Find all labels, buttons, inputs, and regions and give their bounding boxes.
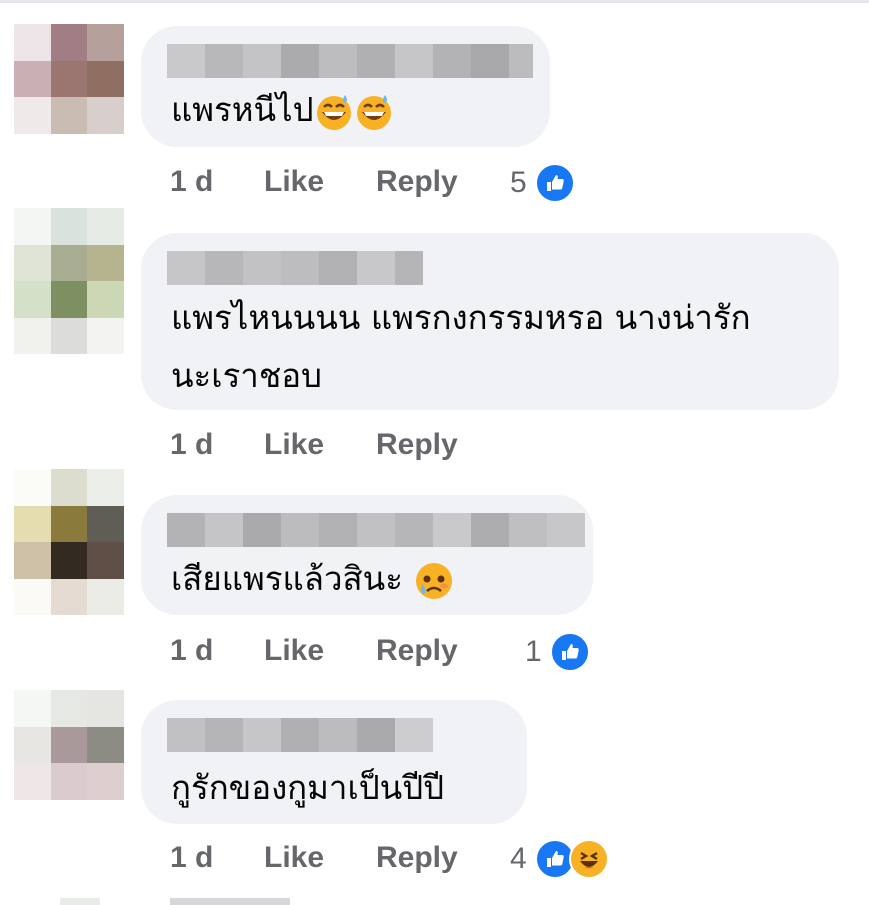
comment-bubble: เสียแพรแล้วสินะ <box>141 495 593 615</box>
comment-actions: 1 d Like Reply <box>170 425 458 465</box>
like-button[interactable]: Like <box>264 165 376 199</box>
avatar[interactable] <box>14 469 124 615</box>
reaction-summary[interactable]: 1 <box>525 632 590 672</box>
commenter-name-blurred[interactable] <box>167 251 423 285</box>
avatar[interactable] <box>14 208 124 354</box>
avatar[interactable] <box>14 690 124 836</box>
comment-bubble: แพรหนีไป <box>141 26 550 147</box>
next-name-peek <box>170 898 290 905</box>
reply-button[interactable]: Reply <box>376 634 458 668</box>
face-holding-back-tears-icon <box>416 562 453 599</box>
timestamp[interactable]: 1 d <box>170 165 264 199</box>
timestamp[interactable]: 1 d <box>170 428 264 462</box>
comment-text: แพรไหนนนน แพรกงกรรมหรอ นางน่ารัก <box>171 298 751 337</box>
avatar[interactable] <box>14 24 124 170</box>
comment-actions: 1 d Like Reply <box>170 162 458 202</box>
grinning-sweat-icon <box>316 94 351 130</box>
comment-bubble: แพรไหนนนน แพรกงกรรมหรอ นางน่ารัก นะเราชอ… <box>141 233 839 410</box>
like-icon <box>549 632 590 672</box>
commenter-name-blurred[interactable] <box>167 718 433 752</box>
reaction-count: 1 <box>525 635 542 668</box>
commenter-name-blurred[interactable] <box>167 513 585 547</box>
like-button[interactable]: Like <box>264 634 376 668</box>
reply-button[interactable]: Reply <box>376 165 458 199</box>
reply-button[interactable]: Reply <box>376 428 458 462</box>
grinning-sweat-icon <box>356 94 391 130</box>
like-button[interactable]: Like <box>264 428 376 462</box>
like-button[interactable]: Like <box>264 841 376 875</box>
commenter-name-blurred[interactable] <box>167 44 533 78</box>
timestamp[interactable]: 1 d <box>170 634 264 668</box>
next-comment-peek <box>60 898 100 905</box>
comment-text: กูรักของกูมาเป็นปีปี <box>171 768 445 807</box>
comment-text: แพรหนีไป <box>171 82 394 138</box>
reaction-summary[interactable]: 4 <box>510 839 609 879</box>
comment-bubble: กูรักของกูมาเป็นปีปี <box>141 700 527 824</box>
top-divider <box>0 0 869 3</box>
like-icon <box>534 163 575 203</box>
reaction-count: 5 <box>510 166 527 199</box>
reaction-summary[interactable]: 5 <box>510 163 575 203</box>
comment-text: เสียแพรแล้วสินะ <box>171 551 455 607</box>
comment-actions: 1 d Like Reply <box>170 838 458 878</box>
timestamp[interactable]: 1 d <box>170 841 264 875</box>
comment-actions: 1 d Like Reply <box>170 631 458 671</box>
haha-icon <box>568 839 609 879</box>
comment-text-line2: นะเราชอบ <box>171 356 322 395</box>
reply-button[interactable]: Reply <box>376 841 458 875</box>
reaction-count: 4 <box>510 842 527 875</box>
